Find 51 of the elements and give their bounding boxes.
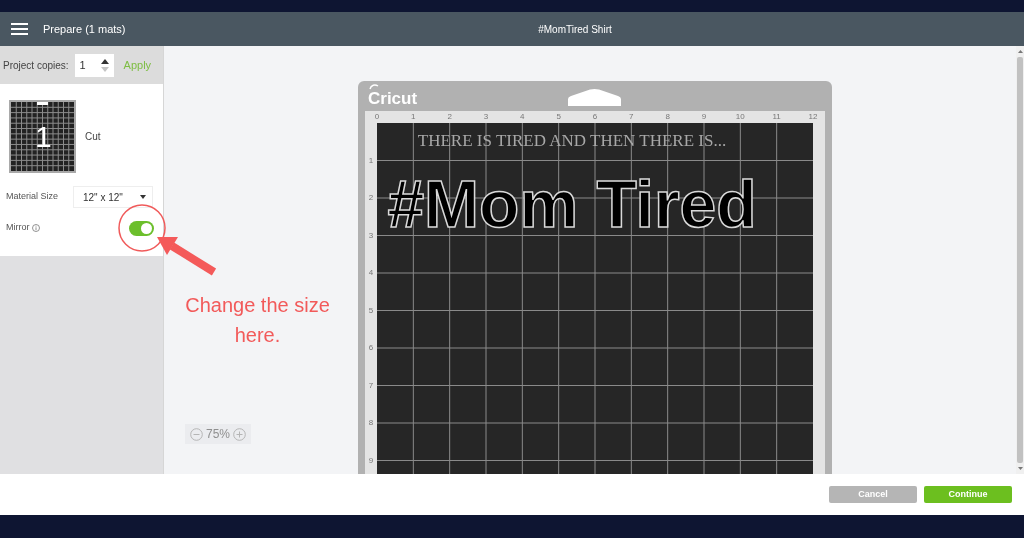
ruler-number: 5 <box>555 113 562 121</box>
copies-field[interactable]: 1 <box>74 53 114 77</box>
mirror-toggle[interactable] <box>129 220 154 236</box>
scrollbar[interactable] <box>1016 46 1024 474</box>
caret-down-icon <box>140 195 146 199</box>
mat-tab-icon <box>568 89 621 106</box>
annotation-arrow <box>157 237 217 276</box>
mat-grid-drawing <box>11 102 74 171</box>
ruler-number: 4 <box>519 113 526 121</box>
ruler-number: 2 <box>368 194 374 202</box>
ruler-number: 1 <box>368 156 374 165</box>
project-title: #MomTired Shirt <box>538 22 612 37</box>
ruler-number: 8 <box>368 419 374 427</box>
swirl-icon <box>369 84 379 90</box>
mat-number: 1 <box>35 122 52 152</box>
ruler-number: 4 <box>368 269 374 277</box>
ruler-number: 3 <box>368 231 374 240</box>
ruler-number: 6 <box>591 113 599 121</box>
info-icon[interactable] <box>31 224 40 232</box>
ruler-number: 0 <box>373 113 381 121</box>
highlight-circle <box>118 204 166 252</box>
zoom-in-icon[interactable] <box>233 427 246 441</box>
ruler-number: 5 <box>368 306 374 315</box>
material-size-dropdown[interactable]: 12" x 12" <box>73 186 153 208</box>
screen-title: Prepare (1 mats) <box>43 21 126 37</box>
ruler-number: 3 <box>482 113 490 121</box>
ruler-number: 2 <box>446 113 453 121</box>
ruler-number: 11 <box>771 113 782 121</box>
caret-up-icon[interactable] <box>100 58 109 64</box>
ruler-number: 7 <box>628 113 635 121</box>
mat-logo: Cricut <box>368 90 419 107</box>
ruler-number: 10 <box>734 113 746 121</box>
ruler-number: 8 <box>664 113 671 121</box>
mat-thumbnail[interactable]: 1 <box>9 100 76 173</box>
copies-label: Project copies: <box>3 58 69 73</box>
ruler-number: 9 <box>700 113 708 121</box>
scroll-down-icon[interactable] <box>1017 467 1023 470</box>
material-size-label: Material Size <box>6 190 60 204</box>
zoom-out-icon[interactable] <box>190 427 203 441</box>
ruler-number: 7 <box>368 381 374 390</box>
ruler-number: 9 <box>368 456 374 465</box>
mat-operation: Cut <box>85 130 101 144</box>
scroll-up-icon[interactable] <box>1017 50 1023 53</box>
ruler-number: 12 <box>807 113 819 121</box>
ruler-number: 1 <box>410 113 417 121</box>
ruler-number: 6 <box>368 344 374 352</box>
zoom-level: 75% <box>206 428 230 440</box>
annotation-text: Change the size here. <box>184 293 331 348</box>
menu-icon[interactable] <box>11 23 28 35</box>
mirror-label: Mirror <box>6 221 30 235</box>
scrollbar-thumb[interactable] <box>1017 57 1023 463</box>
